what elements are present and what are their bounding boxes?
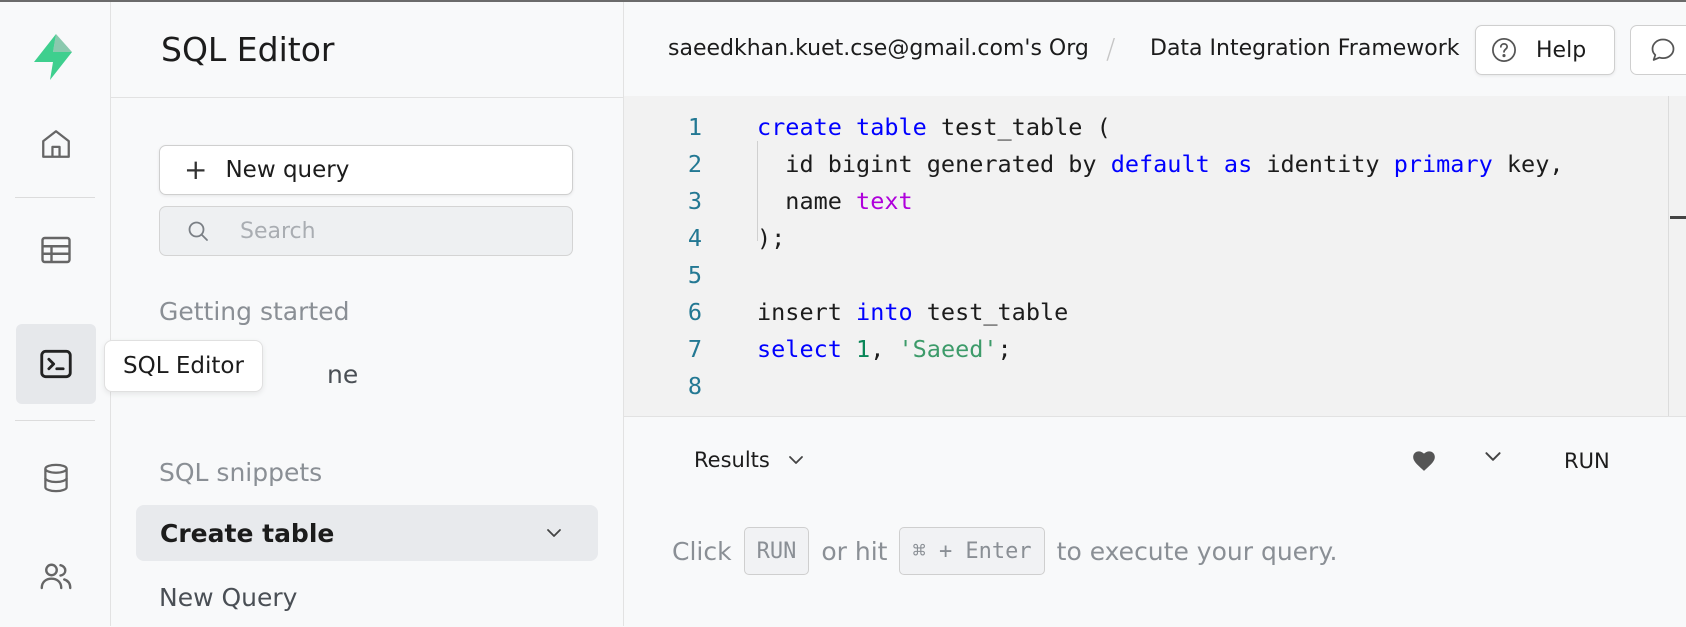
home-icon[interactable] [16,104,96,184]
line-number: 3 [687,187,702,215]
run-key-badge: RUN [743,527,810,575]
results-panel: Results RUN Click RUN or hit ⌘ + Enter t… [624,416,1686,627]
chevron-down-icon [788,455,804,465]
new-query-button[interactable]: + New query [159,145,573,195]
rail-divider [15,197,95,198]
sql-editor-sidebar: SQL Editor + New query Search Getting st… [111,2,624,626]
chevron-down-icon[interactable] [546,528,562,538]
snippet-item-active[interactable]: Create table [136,505,598,561]
line-number: 2 [687,150,702,178]
editor-scrollbar[interactable] [1668,96,1686,416]
code-line: 6 insert into test_table [624,292,1068,332]
hint-tail: to execute your query. [1056,536,1338,566]
snippet-item[interactable]: New Query [159,583,297,612]
tooltip-label: SQL Editor [123,353,244,379]
database-icon[interactable] [16,438,96,518]
code-text: name text [757,187,913,215]
line-number: 4 [687,224,702,252]
code-line: 3 name text [624,181,913,221]
hint-click: Click [672,536,732,566]
search-icon [186,219,210,243]
code-text: ); [757,224,786,252]
breadcrumb-separator: / [1106,32,1116,65]
code-text: create table test_table ( [757,113,1111,141]
sql-editor-icon[interactable] [16,324,96,404]
shortcut-key-badge: ⌘ + Enter [899,527,1045,575]
help-label: Help [1536,37,1587,63]
rail-divider [15,420,95,421]
plus-icon: + [184,153,208,186]
help-circle-icon [1490,36,1518,64]
chevron-down-icon[interactable] [1484,451,1502,462]
code-line: 2 id bigint generated by default as iden… [624,144,1564,184]
feedback-button[interactable] [1630,25,1686,75]
getting-started-heading: Getting started [159,297,350,326]
line-number: 1 [687,113,702,141]
top-bar: saeedkhan.kuet.cse@gmail.com's Org / Dat… [624,2,1686,97]
code-text: id bigint generated by default as identi… [757,150,1564,178]
code-line: 4 ); [624,218,785,258]
sql-snippets-heading: SQL snippets [159,458,323,487]
favorite-heart-icon[interactable] [1411,448,1437,472]
search-placeholder: Search [240,218,316,244]
help-button[interactable]: Help [1475,25,1615,75]
code-line: 8 [624,366,702,406]
page-title: SQL Editor [161,30,335,69]
icon-rail [0,2,111,626]
users-icon[interactable] [16,536,96,616]
line-number: 6 [687,298,702,326]
run-button[interactable]: RUN [1564,449,1610,473]
code-line: 5 [624,255,702,295]
search-input[interactable]: Search [159,206,573,256]
hint-or-hit: or hit [821,536,888,566]
snippet-label: Create table [160,518,335,548]
breadcrumb-org[interactable]: saeedkhan.kuet.cse@gmail.com's Org [668,36,1089,61]
sql-editor-tooltip: SQL Editor [104,340,263,392]
results-tab-label: Results [694,448,770,472]
message-circle-icon [1649,36,1677,64]
line-number: 7 [687,335,702,363]
code-text: insert into test_table [757,298,1069,326]
line-number: 8 [687,372,702,400]
getting-started-item[interactable]: ne [327,360,358,389]
code-text: select 1, 'Saeed'; [757,335,1012,363]
code-line: 1 create table test_table ( [624,107,1111,147]
breadcrumb-project[interactable]: Data Integration Framework [1150,36,1460,61]
sql-code-editor[interactable]: 1 create table test_table ( 2 id bigint … [624,96,1686,416]
sidebar-header-divider [111,97,623,98]
execute-hint: Click RUN or hit ⌘ + Enter to execute yo… [672,527,1338,575]
new-query-label: New query [225,157,350,183]
editor-scroll-thumb[interactable] [1670,216,1686,219]
code-line: 7 select 1, 'Saeed'; [624,329,1012,369]
line-number: 5 [687,261,702,289]
results-tab[interactable]: Results [694,448,804,472]
supabase-logo-icon[interactable] [28,32,78,86]
table-editor-icon[interactable] [16,210,96,290]
